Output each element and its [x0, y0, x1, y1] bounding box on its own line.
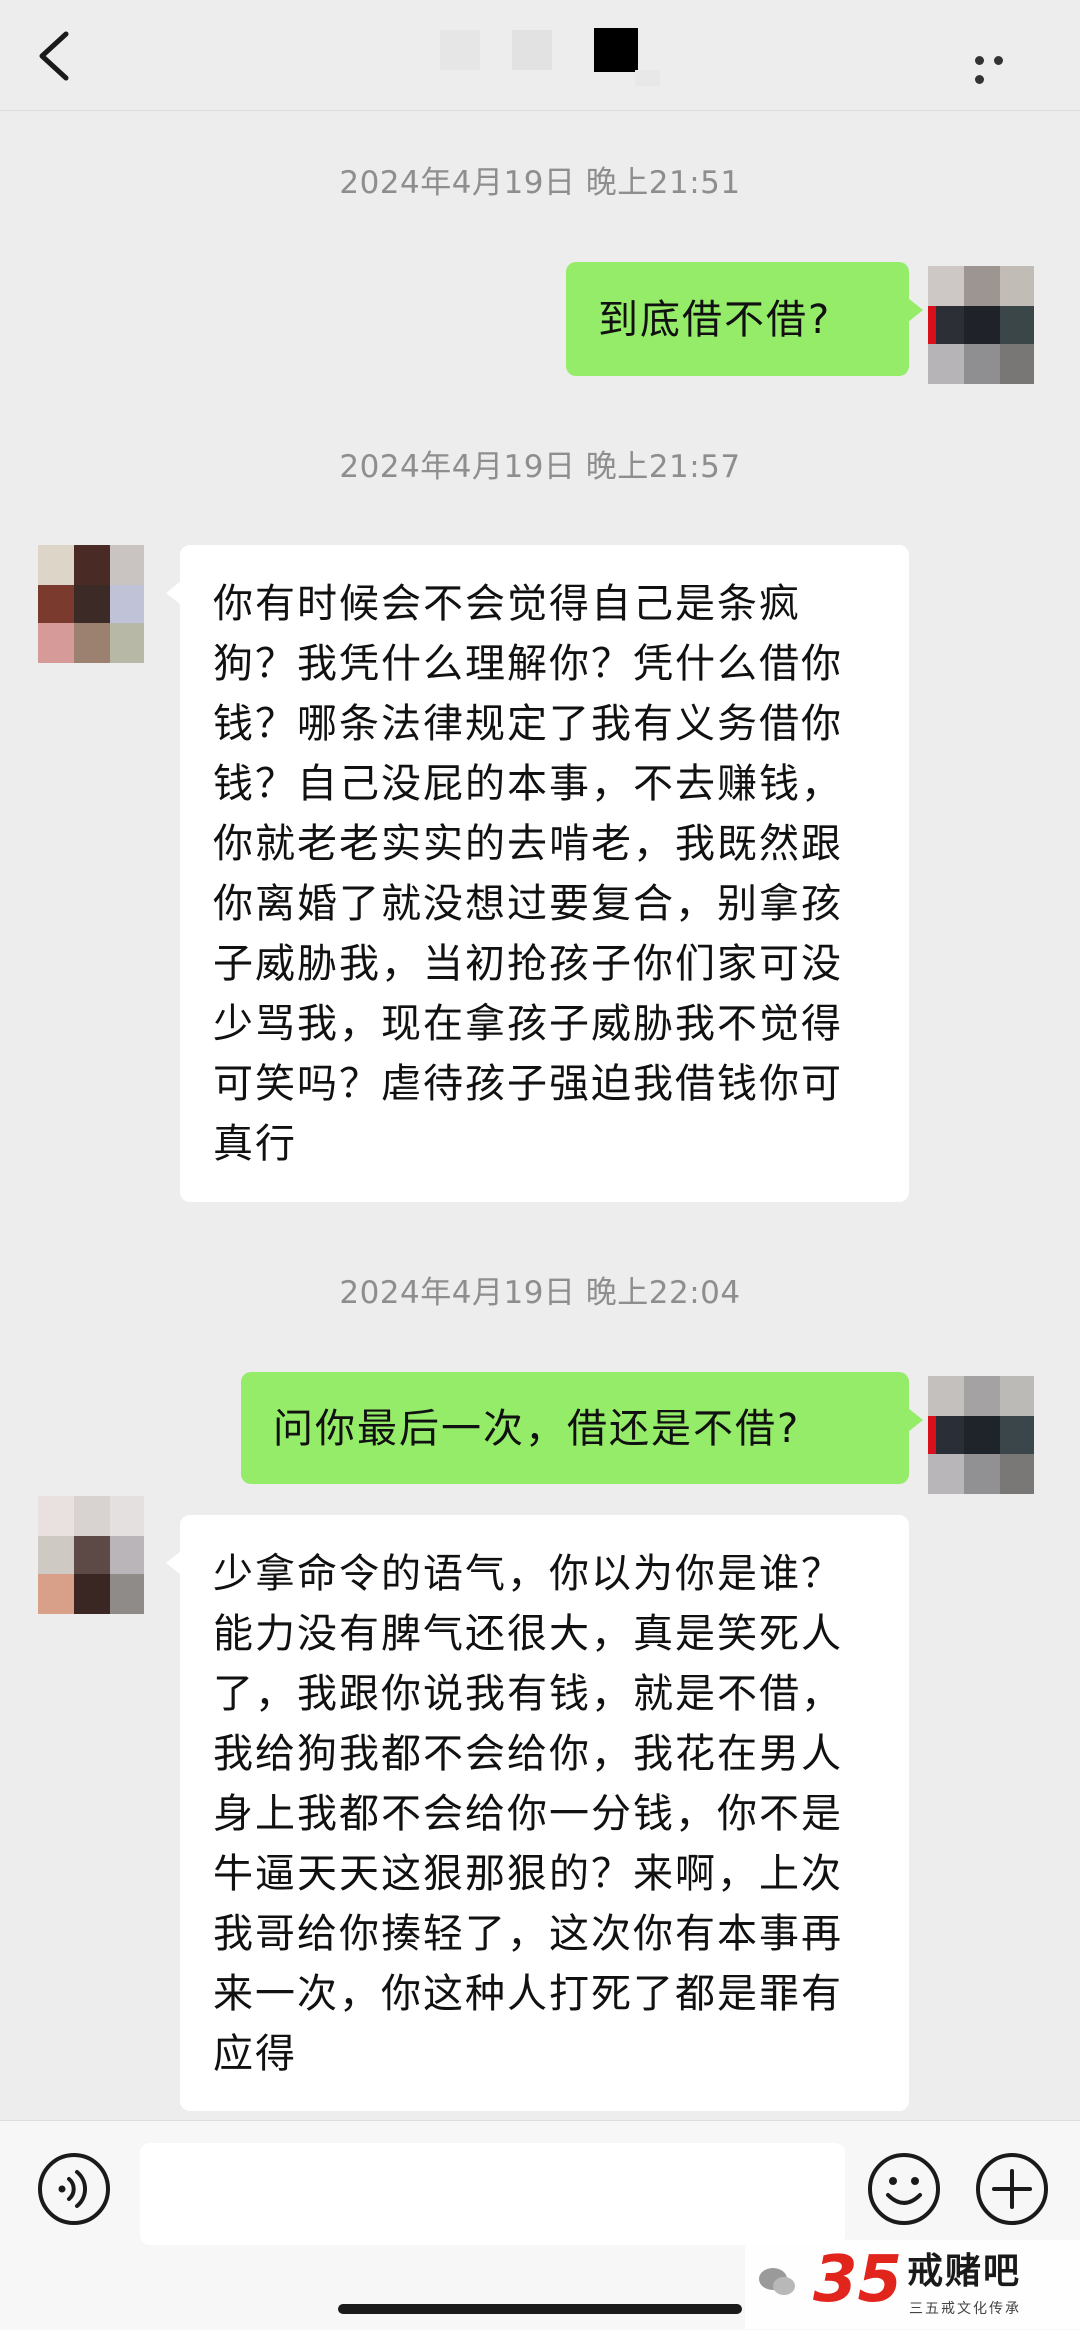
plus-icon[interactable] [974, 2151, 1050, 2227]
message-text: 少拿命令的语气，你以为你是谁？能力没有脾气还很大，真是笑死人了，我跟你说我有钱，… [213, 1551, 843, 2077]
my-avatar[interactable] [928, 1376, 1034, 1494]
watermark-subtitle: 三五戒文化传承 [909, 2301, 1021, 2317]
chat-header [0, 0, 1080, 111]
contact-avatar[interactable] [38, 545, 144, 663]
message-timestamp: 2024年4月19日 晚上22:04 [339, 1275, 741, 1311]
watermark-number: 35 [813, 2243, 903, 2317]
message-text: 到底借不借? [598, 297, 832, 343]
message-text: 问你最后一次，借还是不借? [273, 1406, 801, 1452]
chevron-left-icon[interactable] [30, 28, 80, 84]
message-timestamp: 2024年4月19日 晚上21:57 [339, 449, 741, 485]
watermark: 35 戒赌吧 三五戒文化传承 [745, 2240, 1080, 2329]
contact-avatar[interactable] [38, 1496, 144, 1614]
message-input[interactable] [140, 2143, 845, 2245]
emoji-icon[interactable] [866, 2151, 942, 2227]
home-indicator[interactable] [338, 2304, 742, 2314]
message-text: 你有时候会不会觉得自己是条疯狗？我凭什么理解你？凭什么借你钱？哪条法律规定了我有… [213, 581, 843, 1167]
more-dots-icon[interactable] [975, 50, 1029, 84]
contact-name-redacted [440, 28, 660, 86]
voice-icon[interactable] [36, 2151, 112, 2227]
wechat-icon [759, 2268, 795, 2295]
incoming-message-bubble[interactable]: 少拿命令的语气，你以为你是谁？能力没有脾气还很大，真是笑死人了，我跟你说我有钱，… [166, 1515, 909, 2111]
message-timestamp: 2024年4月19日 晚上21:51 [339, 165, 741, 201]
outgoing-message-bubble[interactable]: 问你最后一次，借还是不借? [241, 1372, 923, 1484]
outgoing-message-bubble[interactable]: 到底借不借? [566, 262, 923, 376]
incoming-message-bubble[interactable]: 你有时候会不会觉得自己是条疯狗？我凭什么理解你？凭什么借你钱？哪条法律规定了我有… [166, 545, 909, 1202]
watermark-title: 戒赌吧 [907, 2251, 1022, 2292]
my-avatar[interactable] [928, 266, 1034, 384]
